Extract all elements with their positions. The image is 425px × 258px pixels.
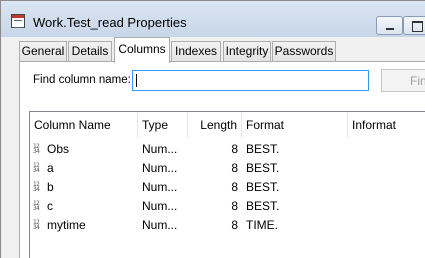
column-format-cell: BEST. [246,161,280,175]
column-format-cell: BEST. [246,199,280,213]
column-name-cell: c [47,199,53,213]
column-type-cell: Num... [142,218,178,232]
columns-tab-panel: Find column name: Find Column Name Type … [19,61,425,258]
tab-integrity[interactable]: Integrity [223,41,271,62]
column-format-cell: TIME. [246,218,278,232]
column-name-cell: mytime [47,218,86,232]
column-type-cell: Num... [142,199,178,213]
window-title: Work.Test_read Properties [33,15,187,30]
tab-strip: General Details Columns Indexes Integrit… [1,37,425,63]
tab-details[interactable]: Details [68,41,112,62]
find-column-input[interactable] [132,70,369,91]
header-informat[interactable]: Informat [348,112,425,138]
header-type[interactable]: Type [138,112,188,138]
column-type-cell: Num... [142,142,178,156]
column-length-cell: 8 [231,142,238,156]
column-length-cell: 8 [231,199,238,213]
header-length[interactable]: Length [188,112,242,138]
maximize-button[interactable] [403,16,425,35]
list-header: Column Name Type Length Format Informat [30,112,425,138]
column-length-cell: 8 [231,161,238,175]
tab-indexes[interactable]: Indexes [171,41,221,62]
text-caret [136,74,137,87]
tab-passwords[interactable]: Passwords [272,41,336,62]
column-length-cell: 8 [231,180,238,194]
column-name-cell: b [47,180,54,194]
numeric-column-icon: 12 34 [33,143,40,155]
numeric-column-icon: 12 34 [33,181,40,193]
properties-window: Work.Test_read Properties General Detail… [0,0,425,258]
column-format-cell: BEST. [246,142,280,156]
table-row[interactable]: 12 34 a Num... 8 BEST. [30,159,425,178]
table-row[interactable]: 12 34 c Num... 8 BEST. [30,197,425,216]
table-row[interactable]: 12 34 Obs Num... 8 BEST. [30,140,425,159]
column-format-cell: BEST. [246,180,280,194]
column-length-cell: 8 [231,218,238,232]
numeric-column-icon: 12 34 [33,219,40,231]
column-name-cell: a [47,161,54,175]
tab-columns[interactable]: Columns [114,37,170,63]
columns-list[interactable]: Column Name Type Length Format Informat … [29,111,425,258]
properties-app-icon [11,14,25,28]
table-row[interactable]: 12 34 mytime Num... 8 TIME. [30,216,425,235]
numeric-column-icon: 12 34 [33,162,40,174]
title-bar[interactable]: Work.Test_read Properties [1,1,425,37]
find-button[interactable]: Find [381,69,425,92]
column-name-cell: Obs [47,142,70,156]
find-column-label: Find column name: [33,74,131,86]
column-type-cell: Num... [142,161,178,175]
header-format[interactable]: Format [242,112,348,138]
numeric-column-icon: 12 34 [33,200,40,212]
column-type-cell: Num... [142,180,178,194]
table-row[interactable]: 12 34 b Num... 8 BEST. [30,178,425,197]
header-column-name[interactable]: Column Name [30,112,138,138]
tab-general[interactable]: General [19,41,67,62]
minimize-button[interactable] [376,16,403,35]
